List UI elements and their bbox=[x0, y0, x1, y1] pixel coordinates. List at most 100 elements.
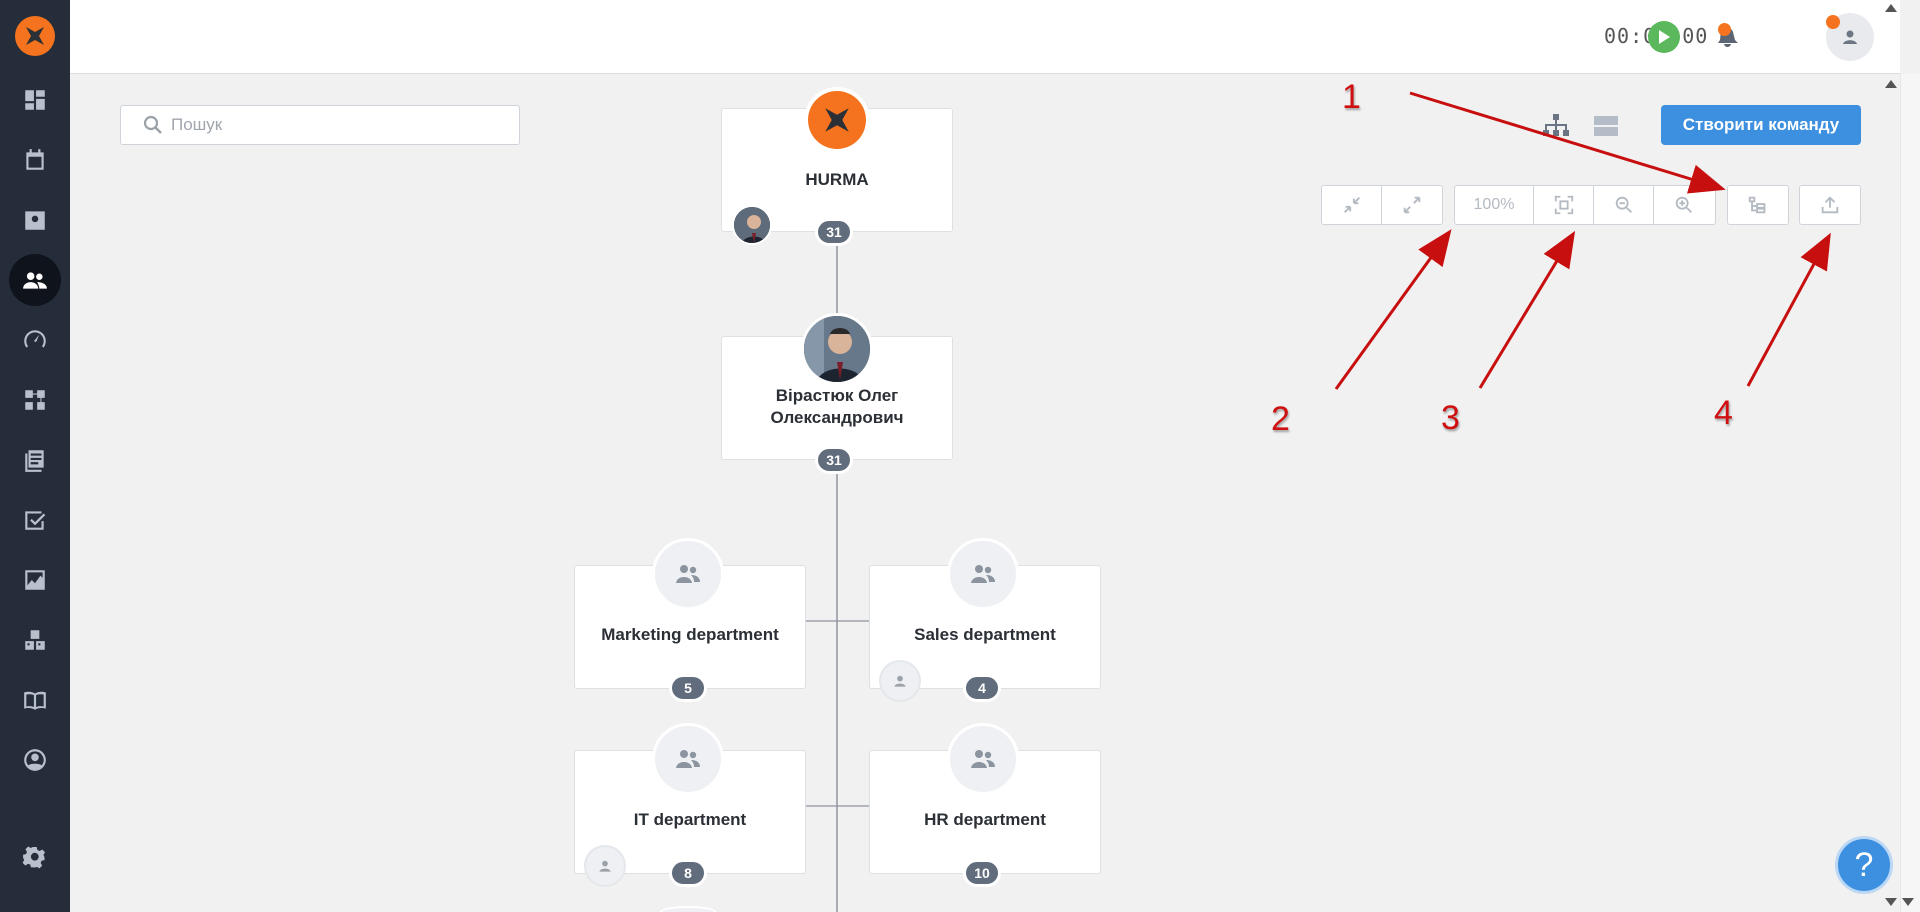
hurma-logo-mark bbox=[26, 27, 44, 45]
book-icon bbox=[24, 691, 46, 710]
boxes-icon bbox=[25, 630, 45, 650]
hierarchy-list-icon bbox=[1748, 196, 1766, 214]
export-button[interactable] bbox=[1800, 186, 1860, 224]
scroll-up-arrow[interactable] bbox=[1885, 4, 1897, 12]
search-input[interactable] bbox=[171, 115, 511, 135]
nav-checklist[interactable] bbox=[9, 494, 61, 546]
manager-avatar-small[interactable] bbox=[732, 205, 772, 245]
zoom-level-button[interactable]: 100% bbox=[1455, 186, 1534, 224]
team-icon bbox=[971, 750, 995, 768]
it-lead-avatar[interactable] bbox=[584, 845, 626, 887]
gear-icon bbox=[22, 846, 46, 869]
vertical-scrollbar[interactable] bbox=[1900, 74, 1920, 912]
nav-team[interactable] bbox=[9, 254, 61, 306]
help-button[interactable]: ? bbox=[1835, 836, 1893, 894]
user-circle-icon bbox=[24, 749, 46, 771]
nav-book[interactable] bbox=[9, 674, 61, 726]
company-logo bbox=[808, 91, 866, 149]
hurma-logo-mark bbox=[825, 108, 849, 132]
tree-view-icon[interactable] bbox=[1542, 113, 1570, 139]
topbar: 00:00:00 bbox=[70, 0, 1900, 74]
structure-group bbox=[1727, 185, 1789, 225]
next-department-icon-partial bbox=[660, 906, 716, 912]
expand-icon bbox=[1403, 196, 1421, 214]
dashboard-icon bbox=[25, 90, 45, 110]
scroll-down-arrow[interactable] bbox=[1885, 898, 1897, 906]
fit-screen-icon bbox=[1554, 195, 1573, 215]
nav-analytics[interactable] bbox=[9, 554, 61, 606]
hr-count-badge: 10 bbox=[963, 859, 1001, 887]
checklist-icon bbox=[25, 511, 46, 530]
user-icon bbox=[894, 675, 906, 687]
head-count-badge: 31 bbox=[815, 446, 853, 474]
collapse-icon bbox=[1343, 197, 1360, 213]
sidebar bbox=[0, 0, 70, 912]
department-title: Sales department bbox=[914, 625, 1056, 644]
fit-to-screen-button[interactable] bbox=[1534, 186, 1594, 224]
head-name-line1: Вірастюк Олег bbox=[775, 386, 899, 405]
search-icon bbox=[143, 115, 162, 134]
nav-workflow[interactable] bbox=[9, 374, 61, 426]
zoom-out-button[interactable] bbox=[1594, 186, 1654, 224]
documents-icon bbox=[25, 450, 44, 472]
analytics-icon bbox=[25, 570, 45, 590]
head-avatar[interactable] bbox=[801, 313, 873, 385]
annotation-number-3: 3 bbox=[1441, 399, 1460, 437]
department-icon bbox=[652, 723, 724, 795]
annotation-number-4: 4 bbox=[1714, 394, 1733, 432]
sales-count-badge: 4 bbox=[963, 674, 1001, 702]
root-count-badge: 31 bbox=[815, 218, 853, 246]
annotation-number-1: 1 bbox=[1342, 78, 1361, 116]
collapse-expand-group bbox=[1321, 185, 1443, 225]
user-icon bbox=[1843, 30, 1857, 44]
calendar-icon bbox=[26, 149, 44, 170]
department-icon bbox=[947, 723, 1019, 795]
collapse-all-button[interactable] bbox=[1322, 186, 1382, 224]
department-icon bbox=[947, 538, 1019, 610]
annotation-number-2: 2 bbox=[1271, 400, 1290, 438]
it-count-badge: 8 bbox=[669, 859, 707, 887]
create-team-button[interactable]: Створити команду bbox=[1661, 105, 1861, 145]
hierarchy-list-button[interactable] bbox=[1728, 186, 1788, 224]
head-name-line2: Олександрович bbox=[770, 408, 904, 427]
org-card-title: HURMA bbox=[805, 170, 869, 189]
zoom-out-icon bbox=[1615, 196, 1632, 213]
expand-all-button[interactable] bbox=[1382, 186, 1442, 224]
scroll-up-arrow-inner[interactable] bbox=[1885, 80, 1897, 88]
nav-settings[interactable] bbox=[9, 832, 61, 884]
team-icon bbox=[676, 565, 700, 583]
nav-documents[interactable] bbox=[9, 434, 61, 486]
nav-user-circle[interactable] bbox=[9, 734, 61, 786]
export-group bbox=[1799, 185, 1861, 225]
nav-speedometer[interactable] bbox=[9, 314, 61, 366]
person-photo-icon bbox=[734, 207, 770, 243]
department-title: Marketing department bbox=[601, 625, 779, 644]
zoom-in-icon bbox=[1675, 196, 1692, 213]
user-icon bbox=[599, 860, 611, 872]
nav-profile-card[interactable] bbox=[9, 194, 61, 246]
team-icon bbox=[971, 565, 995, 583]
zoom-group: 100% bbox=[1454, 185, 1716, 225]
timer-play-button[interactable] bbox=[1648, 21, 1680, 53]
sales-lead-avatar[interactable] bbox=[879, 660, 921, 702]
department-title: IT department bbox=[633, 810, 747, 829]
list-view-icon[interactable] bbox=[1592, 113, 1620, 139]
nav-calendar[interactable] bbox=[9, 134, 61, 186]
zoom-in-button[interactable] bbox=[1654, 186, 1714, 224]
department-title: HR department bbox=[924, 810, 1046, 829]
profile-card-icon bbox=[25, 211, 45, 230]
upload-icon bbox=[1821, 196, 1839, 214]
play-icon bbox=[1659, 30, 1670, 44]
hurma-logo[interactable] bbox=[15, 16, 55, 56]
user-status-dot bbox=[1826, 15, 1840, 29]
marketing-count-badge: 5 bbox=[669, 674, 707, 702]
speedometer-icon bbox=[24, 330, 46, 348]
team-icon bbox=[23, 272, 47, 289]
workflow-icon bbox=[25, 390, 45, 410]
department-icon bbox=[652, 538, 724, 610]
team-icon bbox=[676, 750, 700, 768]
scroll-down-arrow-outer[interactable] bbox=[1902, 898, 1914, 906]
notification-dot bbox=[1718, 23, 1731, 36]
nav-boxes[interactable] bbox=[9, 614, 61, 666]
nav-dashboard[interactable] bbox=[9, 74, 61, 126]
